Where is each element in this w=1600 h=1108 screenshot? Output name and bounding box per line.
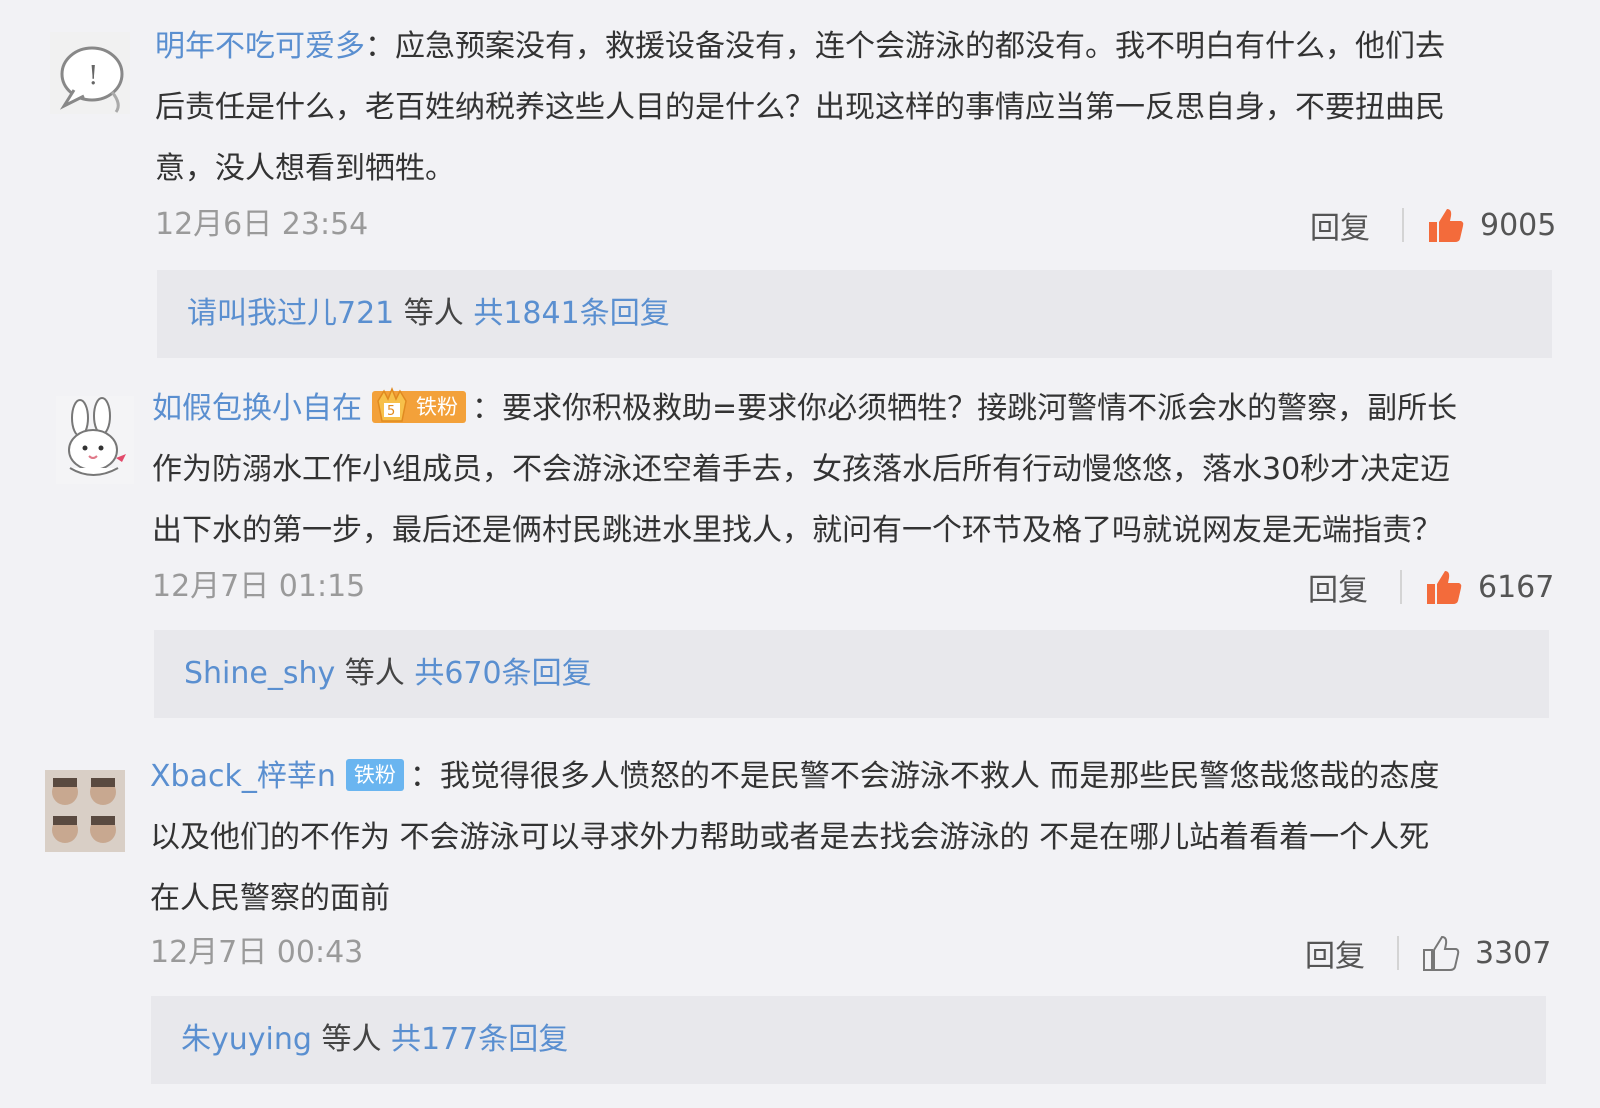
comment-item: Xback_梓莘n 铁粉 ：我觉得很多人愤怒的不是民警不会游泳不救人 而是那些民警悠… [0, 0, 1600, 1108]
like-count: 3307 [1475, 935, 1552, 971]
username-link[interactable]: Xback_梓莘n [150, 759, 336, 794]
replies-count-link[interactable]: 共177条回复 [391, 1022, 568, 1057]
avatar[interactable] [45, 770, 125, 852]
comment-timestamp: 12月7日 00:43 [150, 935, 364, 970]
fan-badge[interactable]: 铁粉 [345, 758, 404, 791]
reply-username-link[interactable]: 朱yuying [181, 1022, 312, 1057]
reply-button[interactable]: 回复 [1305, 931, 1365, 975]
avatar-image [45, 770, 125, 852]
comment-line: 以及他们的不作为 不会游泳可以寻求外力帮助或者是去找会游泳的 不是在哪儿站着看着… [150, 820, 1430, 855]
like-button[interactable]: 3307 [1421, 933, 1551, 973]
thumbs-up-icon [1423, 935, 1460, 971]
replies-others-text: 等人 [311, 1022, 391, 1057]
actions-divider [1397, 936, 1399, 970]
comment-line: 在人民警察的面前 [150, 881, 390, 916]
comment-line: Xback_梓莘n 铁粉 ：我觉得很多人愤怒的不是民警不会游泳不救人 而是那些民警悠… [150, 746, 1540, 807]
replies-summary[interactable]: 朱yuying 等人 共177条回复 [151, 996, 1546, 1084]
comment-actions: 回复 3307 [1305, 931, 1551, 975]
comment-text: ：我觉得很多人愤怒的不是民警不会游泳不救人 而是那些民警悠哉悠哉的态度 [409, 759, 1440, 794]
comment-content: Xback_梓莘n 铁粉 ：我觉得很多人愤怒的不是民警不会游泳不救人 而是那些民警悠… [150, 746, 1540, 929]
